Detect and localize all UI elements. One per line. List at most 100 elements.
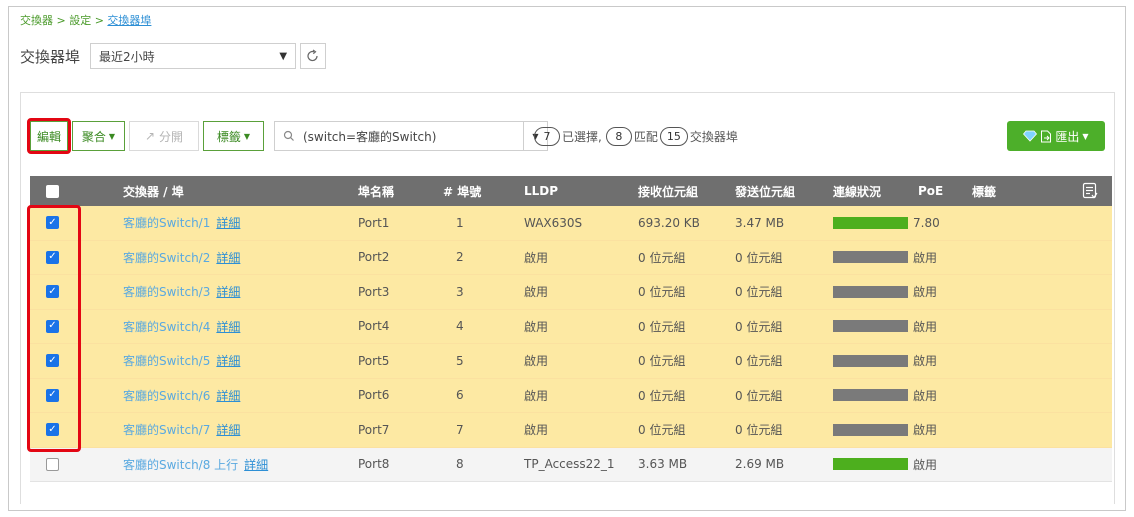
detail-link[interactable]: 詳細 bbox=[216, 214, 240, 231]
table-row[interactable]: 客廳的Switch/8 上行 詳細 Port8 8 TP_Access22_1 3.63 … bbox=[30, 447, 1112, 482]
matched-count: 8 bbox=[605, 126, 632, 146]
ports-table: 交換器 / 埠 埠名稱 # 埠號 LLDP 接收位元組 發送位元組 連線狀況 P… bbox=[30, 176, 1112, 482]
poe-value: 啟用 bbox=[913, 285, 938, 300]
selected-count: 7 bbox=[534, 126, 560, 146]
col-header-tags[interactable]: 標籤 bbox=[972, 176, 996, 206]
detail-link[interactable]: 詳細 bbox=[216, 387, 240, 404]
col-header-port-name[interactable]: 埠名稱 bbox=[358, 176, 394, 206]
switch-port-link[interactable]: 客廳的Switch/6 bbox=[123, 387, 210, 404]
port-name-cell: Port8 bbox=[358, 457, 390, 472]
tx-cell: 2.69 MB bbox=[735, 457, 785, 472]
port-name-cell: Port5 bbox=[358, 353, 390, 368]
switch-port-link[interactable]: 客廳的Switch/7 bbox=[123, 421, 210, 438]
switch-port-link[interactable]: 客廳的Switch/1 bbox=[123, 214, 210, 231]
refresh-icon bbox=[307, 49, 318, 62]
expand-icon: ↗ bbox=[144, 129, 156, 143]
lldp-cell: 啟用 bbox=[524, 388, 549, 403]
table-row[interactable]: ✓ 客廳的Switch/3 詳細 Port3 3 啟用 0 位元組 0 位元組 啟用 bbox=[30, 275, 1112, 310]
status-bar bbox=[833, 423, 908, 436]
port-no-cell: 7 bbox=[456, 422, 464, 437]
switch-port-cell: 客廳的Switch/6 詳細 bbox=[123, 379, 240, 413]
lldp-cell: TP_Access22_1 bbox=[524, 457, 615, 472]
col-header-switch-port[interactable]: 交換器 / 埠 bbox=[123, 176, 184, 206]
split-button[interactable]: ↗ 分開 bbox=[129, 121, 199, 151]
column-settings-button[interactable] bbox=[1082, 176, 1098, 206]
port-no-cell: 4 bbox=[456, 319, 464, 334]
detail-link[interactable]: 詳細 bbox=[216, 283, 240, 300]
search-icon bbox=[283, 130, 294, 141]
time-range-value: 最近2小時 bbox=[99, 49, 155, 64]
rx-cell: 0 位元組 bbox=[638, 354, 686, 369]
poe-value: 啟用 bbox=[913, 250, 938, 265]
lldp-cell: 啟用 bbox=[524, 250, 549, 265]
time-range-select[interactable]: 最近2小時 ▼ bbox=[90, 43, 297, 69]
port-name-cell: Port2 bbox=[358, 250, 390, 265]
detail-link[interactable]: 詳細 bbox=[244, 456, 268, 473]
col-header-port-no[interactable]: # 埠號 bbox=[443, 176, 481, 206]
detail-link[interactable]: 詳細 bbox=[216, 352, 240, 369]
table-row[interactable]: ✓ 客廳的Switch/6 詳細 Port6 6 啟用 0 位元組 0 位元組 啟用 bbox=[30, 378, 1112, 413]
col-header-status[interactable]: 連線狀況 bbox=[833, 176, 881, 206]
diamond-icon bbox=[1023, 130, 1038, 142]
toolbar: 編輯 聚合 ▼ ↗ 分開 標籤 ▼ (switch=客廳的Switch) ▼ 7 已選… bbox=[27, 118, 1110, 154]
aggregate-label: 聚合 bbox=[81, 129, 106, 144]
export-button[interactable]: 匯出 ▼ bbox=[1007, 121, 1105, 151]
status-cell: 啟用 bbox=[833, 310, 937, 344]
page-title: 交換器埠 bbox=[20, 47, 81, 66]
matched-label: 匹配 bbox=[633, 129, 658, 144]
col-header-tx[interactable]: 發送位元組 bbox=[735, 176, 795, 206]
row-checkbox[interactable] bbox=[46, 448, 59, 482]
status-cell: 啟用 bbox=[833, 413, 937, 447]
lldp-cell: 啟用 bbox=[524, 423, 549, 438]
column-settings-icon bbox=[1082, 182, 1098, 199]
switch-port-cell: 客廳的Switch/1 詳細 bbox=[123, 206, 240, 240]
switch-port-cell: 客廳的Switch/2 詳細 bbox=[123, 241, 240, 275]
filter-input[interactable]: (switch=客廳的Switch) bbox=[274, 121, 524, 151]
switch-port-link[interactable]: 客廳的Switch/2 bbox=[123, 249, 210, 266]
export-file-icon bbox=[1041, 130, 1052, 142]
table-row[interactable]: ✓ 客廳的Switch/2 詳細 Port2 2 啟用 0 位元組 0 位元組 啟用 bbox=[30, 240, 1112, 275]
tags-label: 標籤 bbox=[216, 129, 241, 144]
tx-cell: 0 位元組 bbox=[735, 250, 783, 265]
breadcrumb-path[interactable]: 交換器 > 設定 > bbox=[20, 14, 107, 27]
col-header-poe[interactable]: PoE bbox=[918, 176, 943, 206]
status-cell: 啟用 bbox=[833, 379, 937, 413]
switch-port-link[interactable]: 客廳的Switch/5 bbox=[123, 352, 210, 369]
select-all-checkbox[interactable] bbox=[46, 176, 59, 206]
poe-value: 7.80 bbox=[913, 215, 940, 230]
caret-down-icon: ▼ bbox=[243, 131, 251, 141]
checkbox-column-highlight bbox=[27, 205, 81, 452]
detail-link[interactable]: 詳細 bbox=[216, 318, 240, 335]
table-row[interactable]: ✓ 客廳的Switch/1 詳細 Port1 1 WAX630S 693.20 KB 3.47… bbox=[30, 206, 1112, 241]
refresh-button[interactable] bbox=[300, 43, 327, 69]
poe-value: 啟用 bbox=[913, 457, 938, 472]
switch-port-link[interactable]: 客廳的Switch/8 上行 bbox=[123, 456, 238, 473]
switch-port-cell: 客廳的Switch/8 上行 詳細 bbox=[123, 448, 268, 482]
status-cell: 啟用 bbox=[833, 241, 937, 275]
lldp-cell: 啟用 bbox=[524, 319, 549, 334]
rx-cell: 3.63 MB bbox=[638, 457, 688, 472]
status-cell: 啟用 bbox=[833, 448, 937, 482]
switch-port-link[interactable]: 客廳的Switch/4 bbox=[123, 318, 210, 335]
caret-down-icon: ▼ bbox=[108, 131, 116, 141]
table-row[interactable]: ✓ 客廳的Switch/4 詳細 Port4 4 啟用 0 位元組 0 位元組 啟用 bbox=[30, 309, 1112, 344]
col-header-rx[interactable]: 接收位元組 bbox=[638, 176, 698, 206]
detail-link[interactable]: 詳細 bbox=[216, 421, 240, 438]
col-header-lldp[interactable]: LLDP bbox=[524, 176, 558, 206]
selected-label: 已選擇, bbox=[562, 129, 602, 144]
chevron-down-icon: ▼ bbox=[279, 50, 288, 62]
poe-value: 啟用 bbox=[913, 319, 938, 334]
rx-cell: 0 位元組 bbox=[638, 319, 686, 334]
tx-cell: 0 位元組 bbox=[735, 423, 783, 438]
lldp-cell: 啟用 bbox=[524, 285, 549, 300]
switch-port-link[interactable]: 客廳的Switch/3 bbox=[123, 283, 210, 300]
table-row[interactable]: ✓ 客廳的Switch/7 詳細 Port7 7 啟用 0 位元組 0 位元組 啟用 bbox=[30, 413, 1112, 448]
tags-button[interactable]: 標籤 ▼ bbox=[203, 121, 264, 151]
status-bar bbox=[833, 216, 908, 229]
rx-cell: 0 位元組 bbox=[638, 250, 686, 265]
breadcrumb-current[interactable]: 交換器埠 bbox=[107, 14, 151, 27]
aggregate-button[interactable]: 聚合 ▼ bbox=[72, 121, 125, 151]
table-row[interactable]: ✓ 客廳的Switch/5 詳細 Port5 5 啟用 0 位元組 0 位元組 啟用 bbox=[30, 344, 1112, 379]
detail-link[interactable]: 詳細 bbox=[216, 249, 240, 266]
port-no-cell: 2 bbox=[456, 250, 464, 265]
